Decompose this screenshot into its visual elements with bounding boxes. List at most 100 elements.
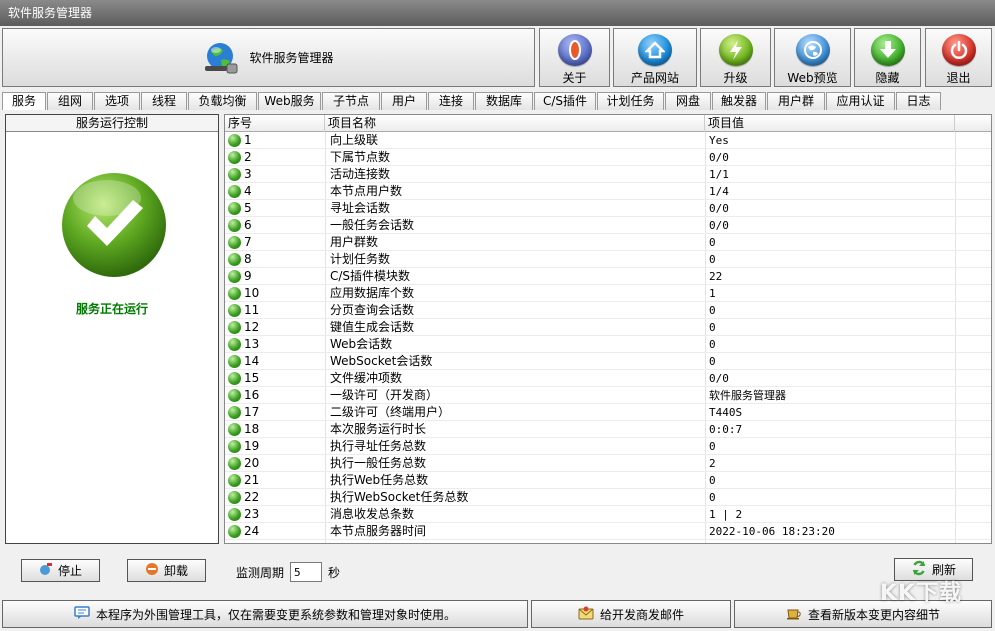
table-row[interactable]: 5寻址会话数0/0 bbox=[225, 200, 992, 217]
mail-developer-button[interactable]: 给开发商发邮件 bbox=[531, 600, 731, 628]
table-row[interactable]: 13Web会话数0 bbox=[225, 336, 992, 353]
table-row[interactable]: 18本次服务运行时长0:0:7 bbox=[225, 421, 992, 438]
stop-label: 停止 bbox=[58, 562, 82, 579]
table-row[interactable]: 9C/S插件模块数22 bbox=[225, 268, 992, 285]
tab-strip: 服务 组网 选项 线程 负载均衡 Web服务 子节点 用户 连接 数据库 C/S… bbox=[2, 92, 993, 110]
row-value: 0 bbox=[709, 336, 716, 353]
table-row[interactable]: 20执行一般任务总数2 bbox=[225, 455, 992, 472]
row-no: 20 bbox=[244, 455, 259, 472]
about-button[interactable]: 关于 bbox=[539, 28, 610, 87]
table-row[interactable]: 2下属节点数0/0 bbox=[225, 149, 992, 166]
row-value: 2022-10-06 18:23:20 bbox=[709, 523, 835, 540]
table-row[interactable]: 6一般任务会话数0/0 bbox=[225, 217, 992, 234]
stop-button[interactable]: 停止 bbox=[21, 559, 100, 582]
service-control-header: 服务运行控制 bbox=[6, 115, 218, 132]
row-no: 11 bbox=[244, 302, 259, 319]
hide-label: 隐藏 bbox=[875, 69, 899, 86]
row-value: 0 bbox=[709, 353, 716, 370]
row-value: 0 bbox=[709, 302, 716, 319]
tab-web-service[interactable]: Web服务 bbox=[258, 92, 321, 110]
table-row[interactable]: 23消息收发总条数1 | 2 bbox=[225, 506, 992, 523]
row-no: 7 bbox=[244, 234, 252, 251]
tab-service[interactable]: 服务 bbox=[2, 92, 46, 110]
row-name: 一级许可（开发商） bbox=[330, 387, 438, 404]
service-status-text: 服务正在运行 bbox=[6, 300, 218, 317]
tab-app-auth[interactable]: 应用认证 bbox=[826, 92, 895, 110]
tab-triggers[interactable]: 触发器 bbox=[712, 92, 766, 110]
tab-database[interactable]: 数据库 bbox=[475, 92, 533, 110]
tab-network[interactable]: 组网 bbox=[47, 92, 93, 110]
row-name: 本次服务运行时长 bbox=[330, 421, 426, 438]
table-row[interactable]: 24本节点服务器时间2022-10-06 18:23:20 bbox=[225, 523, 992, 540]
uninstall-button[interactable]: 卸载 bbox=[127, 559, 206, 582]
globe-icon bbox=[796, 34, 830, 66]
tab-users[interactable]: 用户 bbox=[381, 92, 427, 110]
column-header-no[interactable]: 序号 bbox=[225, 115, 325, 132]
table-row[interactable]: 11分页查询会话数0 bbox=[225, 302, 992, 319]
tab-log[interactable]: 日志 bbox=[896, 92, 941, 110]
product-website-button[interactable]: 产品网站 bbox=[613, 28, 697, 87]
status-dot-icon bbox=[228, 389, 241, 402]
tab-threads[interactable]: 线程 bbox=[141, 92, 187, 110]
tab-subnodes[interactable]: 子节点 bbox=[322, 92, 380, 110]
monitor-period: 监测周期 秒 bbox=[236, 562, 340, 582]
banner-title: 软件服务管理器 bbox=[249, 49, 333, 66]
table-row[interactable]: 7用户群数0 bbox=[225, 234, 992, 251]
status-dot-icon bbox=[228, 253, 241, 266]
about-label: 关于 bbox=[562, 69, 586, 86]
table-row[interactable]: 14 WebSocket会话数 0 bbox=[225, 353, 992, 370]
row-no: 12 bbox=[244, 319, 259, 336]
tab-options[interactable]: 选项 bbox=[94, 92, 140, 110]
row-value: 0/0 bbox=[709, 200, 729, 217]
upgrade-button[interactable]: 升级 bbox=[700, 28, 771, 87]
row-no: 10 bbox=[244, 285, 259, 302]
table-row[interactable]: 10应用数据库个数1 bbox=[225, 285, 992, 302]
row-value: 1 bbox=[709, 285, 716, 302]
table-row[interactable]: 12键值生成会话数0 bbox=[225, 319, 992, 336]
row-no: 15 bbox=[244, 370, 259, 387]
row-no: 16 bbox=[244, 387, 259, 404]
row-no: 9 bbox=[244, 268, 252, 285]
table-row[interactable]: 8计划任务数0 bbox=[225, 251, 992, 268]
row-no: 14 bbox=[244, 353, 259, 370]
row-no: 21 bbox=[244, 472, 259, 489]
web-preview-button[interactable]: Web预览 bbox=[774, 28, 851, 87]
tab-load-balance[interactable]: 负载均衡 bbox=[188, 92, 257, 110]
row-name: WebSocket会话数 bbox=[330, 353, 432, 370]
table-row[interactable]: 22执行WebSocket任务总数0 bbox=[225, 489, 992, 506]
row-name: 向上级联 bbox=[330, 132, 378, 149]
table-row[interactable]: 21执行Web任务总数0 bbox=[225, 472, 992, 489]
tab-cs-plugins[interactable]: C/S插件 bbox=[534, 92, 596, 110]
status-dot-icon bbox=[228, 355, 241, 368]
tab-connections[interactable]: 连接 bbox=[428, 92, 474, 110]
table-row[interactable]: 4本节点用户数1/4 bbox=[225, 183, 992, 200]
row-no: 2 bbox=[244, 149, 252, 166]
upgrade-label: 升级 bbox=[723, 69, 747, 86]
row-name: 文件缓冲项数 bbox=[330, 370, 402, 387]
tab-user-groups[interactable]: 用户群 bbox=[767, 92, 825, 110]
status-grid: 序号 项目名称 项目值 1向上级联Yes2下属节点数0/03活动连接数1/14本… bbox=[224, 114, 992, 544]
hide-button[interactable]: 隐藏 bbox=[854, 28, 921, 87]
row-no: 4 bbox=[244, 183, 252, 200]
website-label: 产品网站 bbox=[631, 69, 679, 86]
table-row[interactable]: 1向上级联Yes bbox=[225, 132, 992, 149]
row-value: 0:0:7 bbox=[709, 421, 742, 438]
table-row[interactable]: 17二级许可（终端用户）T440S bbox=[225, 404, 992, 421]
status-dot-icon bbox=[228, 168, 241, 181]
table-row[interactable]: 3活动连接数1/1 bbox=[225, 166, 992, 183]
row-value: 0/0 bbox=[709, 217, 729, 234]
row-value: 0 bbox=[709, 319, 716, 336]
row-no: 24 bbox=[244, 523, 259, 540]
status-dot-icon bbox=[228, 202, 241, 215]
table-row[interactable]: 15文件缓冲项数0/0 bbox=[225, 370, 992, 387]
monitor-period-input[interactable] bbox=[290, 562, 322, 582]
row-value: 0 bbox=[709, 489, 716, 506]
column-header-value[interactable]: 项目值 bbox=[705, 115, 955, 132]
table-row[interactable]: 16一级许可（开发商）软件服务管理器 bbox=[225, 387, 992, 404]
exit-button[interactable]: 退出 bbox=[925, 28, 992, 87]
tab-scheduled-tasks[interactable]: 计划任务 bbox=[597, 92, 664, 110]
column-header-name[interactable]: 项目名称 bbox=[325, 115, 705, 132]
tab-netdisk[interactable]: 网盘 bbox=[665, 92, 711, 110]
power-icon bbox=[942, 34, 976, 66]
table-row[interactable]: 19执行寻址任务总数0 bbox=[225, 438, 992, 455]
